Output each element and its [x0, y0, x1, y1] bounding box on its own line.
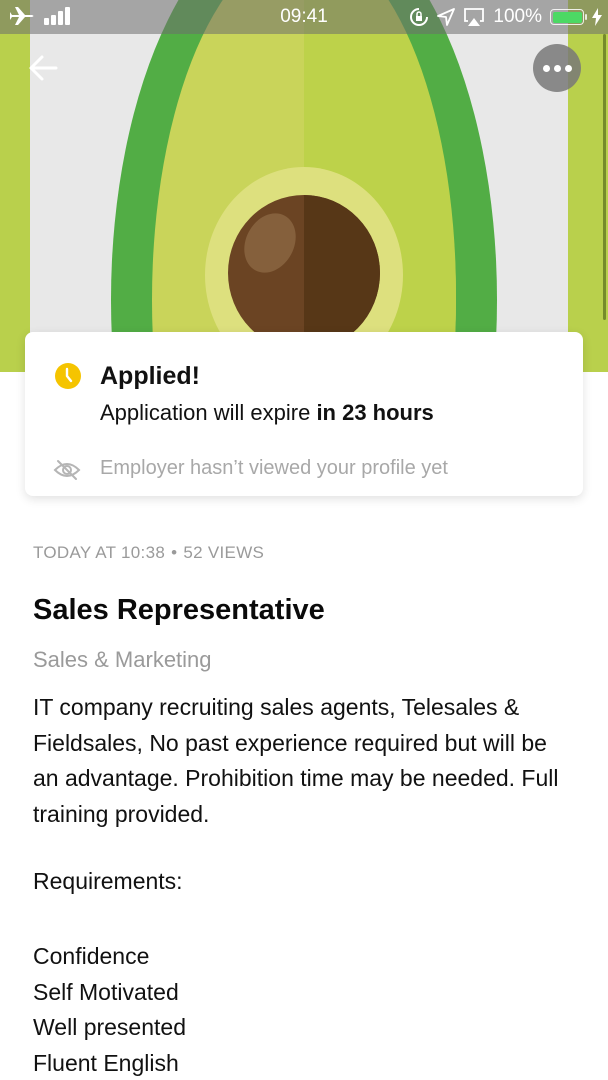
- posted-time: TODAY AT 10:38: [33, 543, 166, 562]
- requirements-label: Requirements:: [33, 868, 183, 894]
- eye-off-icon: [53, 460, 81, 480]
- job-category: Sales & Marketing: [33, 647, 212, 672]
- status-bar: 09:41 100%: [0, 0, 608, 34]
- rotation-lock-icon: [410, 8, 429, 26]
- view-count: 52 VIEWS: [183, 543, 265, 562]
- meta-separator: •: [171, 543, 178, 562]
- arrow-left-icon: [29, 55, 58, 81]
- more-dot: [564, 64, 572, 72]
- profile-view-status: Employer hasn’t viewed your profile yet: [100, 457, 448, 479]
- airplay-icon: [464, 8, 485, 26]
- more-dot: [553, 64, 561, 72]
- battery-percent: 100%: [493, 6, 542, 27]
- back-button[interactable]: [24, 48, 64, 88]
- clock-icon: [55, 363, 81, 389]
- battery-icon: [550, 9, 587, 25]
- job-title: Sales Representative: [33, 594, 325, 626]
- requirements-list: Confidence Self Motivated Well presented…: [33, 939, 186, 1080]
- more-options-button[interactable]: [533, 44, 581, 92]
- requirement-item: Fluent English: [33, 1049, 179, 1076]
- application-status-title: Applied!: [100, 362, 200, 390]
- battery-level: [552, 11, 582, 23]
- application-expiry: Application will expire in 23 hours: [100, 400, 434, 426]
- expiry-value: in 23 hours: [316, 400, 434, 425]
- requirement-item: Self Motivated: [33, 978, 179, 1005]
- job-description: IT company recruiting sales agents, Tele…: [33, 694, 559, 827]
- avocado-illustration: [0, 0, 608, 372]
- hero-image: [0, 0, 608, 372]
- scrollbar[interactable]: [603, 34, 606, 320]
- requirement-item: Confidence: [33, 943, 150, 969]
- requirement-item: Well presented: [33, 1014, 186, 1040]
- charging-icon: [592, 8, 602, 26]
- job-meta: TODAY AT 10:38 • 52 VIEWS: [33, 543, 264, 563]
- expiry-prefix: Application will expire: [100, 400, 317, 425]
- more-horizontal-icon: [542, 64, 550, 72]
- location-icon: [437, 8, 456, 26]
